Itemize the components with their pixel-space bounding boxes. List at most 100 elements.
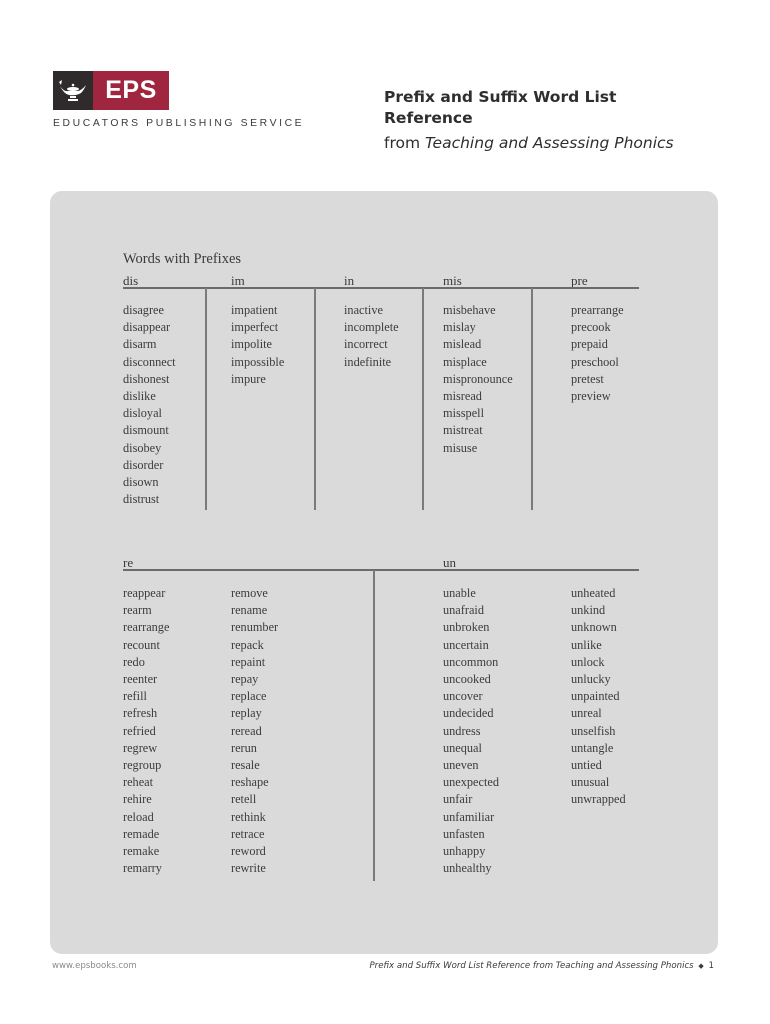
word-item: regrew bbox=[123, 740, 158, 755]
word-item: pretest bbox=[571, 371, 604, 386]
subtitle-prefix: from bbox=[384, 134, 425, 152]
word-item: incorrect bbox=[344, 337, 388, 352]
word-item: rearm bbox=[123, 603, 152, 618]
word-item: disown bbox=[123, 475, 159, 490]
word-item: indefinite bbox=[344, 354, 392, 369]
word-list-im: impatient imperfect impolite impossible impu… bbox=[231, 302, 284, 388]
section-heading: Words with Prefixes bbox=[123, 251, 242, 267]
footer-running-title: Prefix and Suffix Word List Reference fr… bbox=[370, 961, 715, 971]
word-item: uncommon bbox=[443, 654, 499, 669]
word-item: unlucky bbox=[571, 672, 611, 687]
word-item: undecided bbox=[443, 706, 494, 721]
word-item: disarm bbox=[123, 337, 157, 352]
word-list-un-1: unable unafraid unbroken uncertain uncommon u… bbox=[443, 585, 499, 877]
word-item: disconnect bbox=[123, 354, 176, 369]
word-list-pre: prearrange precook prepaid preschool pretest… bbox=[571, 302, 624, 405]
word-item: unlock bbox=[571, 654, 605, 669]
header-divider bbox=[123, 287, 639, 289]
column-divider bbox=[314, 288, 316, 510]
word-item: precook bbox=[571, 320, 611, 335]
word-item: renumber bbox=[231, 620, 279, 635]
eps-logo: EPS bbox=[53, 71, 169, 110]
word-item: preschool bbox=[571, 354, 619, 369]
footer-website: www.epsbooks.com bbox=[52, 961, 137, 971]
word-item: unusual bbox=[571, 775, 610, 790]
word-item: dishonest bbox=[123, 371, 170, 386]
word-item: reshape bbox=[231, 775, 269, 790]
word-item: unfasten bbox=[443, 826, 485, 841]
word-item: unbroken bbox=[443, 620, 490, 635]
word-item: misbehave bbox=[443, 303, 496, 317]
word-item: incomplete bbox=[344, 320, 399, 335]
word-item: regroup bbox=[123, 758, 162, 773]
word-item: imperfect bbox=[231, 320, 279, 335]
word-item: unfamiliar bbox=[443, 809, 495, 824]
word-item: rerun bbox=[231, 740, 257, 755]
word-item: undress bbox=[443, 723, 481, 738]
diamond-icon: ◆ bbox=[698, 962, 704, 970]
word-item: rethink bbox=[231, 809, 266, 824]
word-item: replay bbox=[231, 706, 262, 721]
page-subtitle: from Teaching and Assessing Phonics bbox=[384, 134, 674, 152]
word-item: untied bbox=[571, 758, 602, 773]
word-item: unexpected bbox=[443, 775, 499, 790]
word-item: reheat bbox=[123, 775, 154, 790]
word-item: replace bbox=[231, 689, 267, 704]
word-item: disappear bbox=[123, 320, 171, 335]
word-item: impossible bbox=[231, 354, 285, 369]
word-item: impure bbox=[231, 371, 266, 386]
word-item: misread bbox=[443, 389, 482, 404]
word-item: disloyal bbox=[123, 406, 162, 421]
word-item: misspell bbox=[443, 406, 484, 421]
word-item: resale bbox=[231, 758, 260, 773]
word-item: refill bbox=[123, 689, 147, 704]
word-item: mistreat bbox=[443, 423, 483, 438]
column-divider bbox=[422, 288, 424, 510]
page-number: 1 bbox=[708, 961, 714, 971]
word-item: unequal bbox=[443, 740, 482, 755]
word-item: misplace bbox=[443, 354, 487, 369]
page-title: Prefix and Suffix Word List Reference bbox=[384, 88, 617, 127]
word-item: prearrange bbox=[571, 303, 624, 317]
word-item: remove bbox=[231, 586, 268, 600]
word-item: reread bbox=[231, 723, 262, 738]
word-item: misuse bbox=[443, 440, 478, 455]
book-title: Teaching and Assessing Phonics bbox=[425, 134, 674, 152]
word-item: repack bbox=[231, 637, 264, 652]
word-item: disagree bbox=[123, 303, 164, 317]
word-item: remarry bbox=[123, 861, 162, 876]
word-item: rearrange bbox=[123, 620, 170, 635]
word-item: impolite bbox=[231, 337, 272, 352]
word-item: unable bbox=[443, 586, 476, 600]
word-item: uncover bbox=[443, 689, 483, 704]
word-item: inactive bbox=[344, 303, 383, 317]
word-item: reappear bbox=[123, 586, 166, 600]
word-item: unknown bbox=[571, 620, 617, 635]
column-divider bbox=[531, 288, 533, 510]
word-item: uncooked bbox=[443, 672, 491, 687]
word-item: retrace bbox=[231, 826, 265, 841]
word-item: distrust bbox=[123, 492, 160, 507]
column-divider bbox=[373, 570, 375, 881]
word-list-mis: misbehave mislay mislead misplace mispronoun… bbox=[443, 302, 513, 457]
word-item: dislike bbox=[123, 389, 156, 404]
word-item: repay bbox=[231, 672, 259, 687]
word-item: remake bbox=[123, 844, 160, 859]
word-item: reenter bbox=[123, 672, 158, 687]
word-item: unlike bbox=[571, 637, 602, 652]
word-item: rehire bbox=[123, 792, 152, 807]
word-item: dismount bbox=[123, 423, 169, 438]
word-item: prepaid bbox=[571, 337, 608, 352]
word-item: retell bbox=[231, 792, 257, 807]
word-item: reload bbox=[123, 809, 154, 824]
word-item: mislead bbox=[443, 337, 482, 352]
running-title: Prefix and Suffix Word List Reference fr… bbox=[369, 961, 694, 971]
word-item: untangle bbox=[571, 740, 614, 755]
word-list-re-1: reappear rearm rearrange recount redo reenter… bbox=[123, 585, 169, 877]
word-item: unhealthy bbox=[443, 861, 492, 876]
word-item: remade bbox=[123, 826, 160, 841]
word-item: recount bbox=[123, 637, 160, 652]
word-item: unafraid bbox=[443, 603, 484, 618]
column-divider bbox=[205, 288, 207, 510]
word-item: mispronounce bbox=[443, 371, 513, 386]
